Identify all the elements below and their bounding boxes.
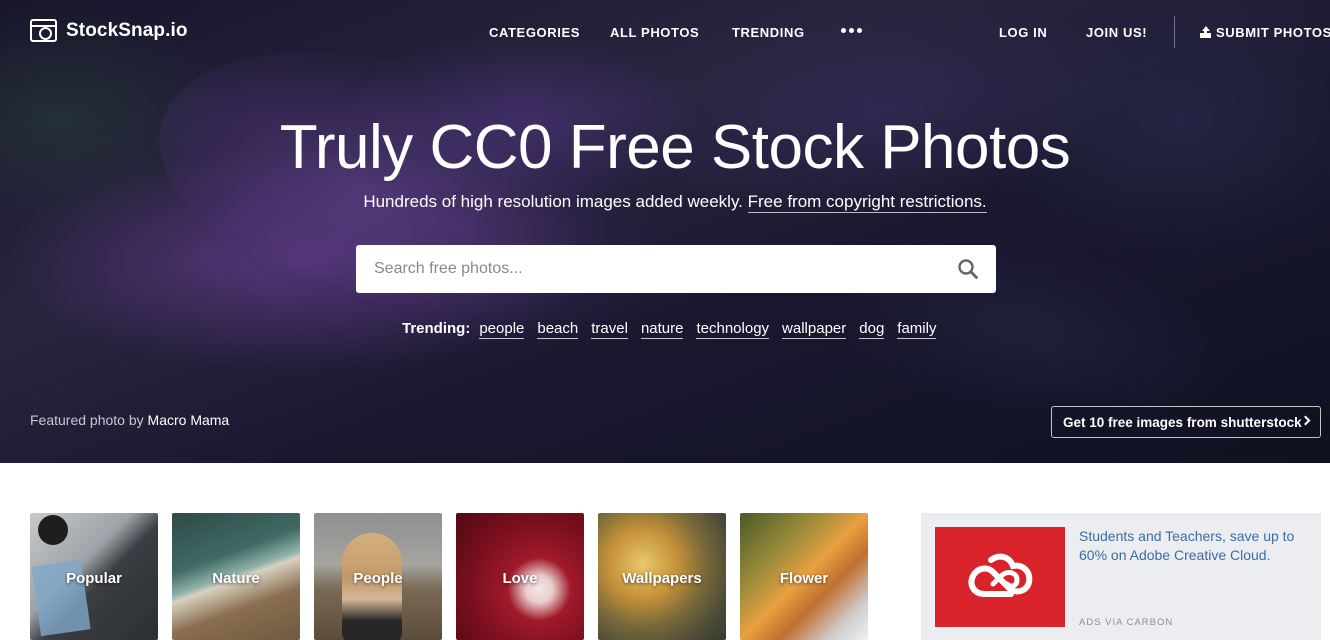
trending-tag[interactable]: travel bbox=[591, 320, 628, 339]
trending-tags: Trending: people beach travel nature tec… bbox=[402, 320, 937, 339]
category-tile-flower[interactable]: Flower bbox=[740, 513, 868, 640]
submit-photos-label: SUBMIT PHOTOS bbox=[1216, 25, 1330, 40]
nav-categories[interactable]: CATEGORIES bbox=[489, 25, 580, 40]
nav-log-in[interactable]: LOG IN bbox=[999, 25, 1047, 40]
category-tile-wallpapers[interactable]: Wallpapers bbox=[598, 513, 726, 640]
nav-all-photos[interactable]: ALL PHOTOS bbox=[610, 25, 699, 40]
category-label: Flower bbox=[779, 570, 829, 587]
upload-icon bbox=[1200, 26, 1211, 38]
more-menu-icon[interactable] bbox=[841, 23, 862, 33]
category-label: Nature bbox=[212, 570, 260, 587]
submit-photos-button[interactable]: SUBMIT PHOTOS bbox=[1200, 25, 1330, 40]
category-label: Wallpapers bbox=[622, 570, 702, 587]
featured-prefix: Featured photo by bbox=[30, 412, 144, 428]
search-input[interactable] bbox=[374, 245, 934, 293]
category-tiles: Popular Nature People Love Wallpapers Fl… bbox=[30, 513, 868, 640]
category-label: Popular bbox=[66, 570, 122, 587]
shutterstock-promo-button[interactable]: Get 10 free images from shutterstock bbox=[1051, 406, 1321, 438]
camera-icon bbox=[30, 19, 57, 42]
search-icon[interactable] bbox=[958, 259, 978, 279]
category-label: Love bbox=[502, 570, 538, 587]
trending-tag[interactable]: beach bbox=[537, 320, 579, 339]
hero-subtitle: Hundreds of high resolution images added… bbox=[0, 192, 1330, 213]
hero-title: Truly CC0 Free Stock Photos bbox=[279, 113, 1071, 182]
top-navigation: StockSnap.io CATEGORIES ALL PHOTOS TREND… bbox=[0, 0, 1330, 64]
chevron-right-icon bbox=[1300, 415, 1311, 426]
nav-trending[interactable]: TRENDING bbox=[732, 25, 805, 40]
trending-tag[interactable]: dog bbox=[859, 320, 885, 339]
trending-tag[interactable]: people bbox=[479, 320, 525, 339]
category-label: People bbox=[353, 570, 403, 587]
ads-via-carbon-link[interactable]: ADS VIA CARBON bbox=[1079, 617, 1173, 628]
category-tile-people[interactable]: People bbox=[314, 513, 442, 640]
category-tile-love[interactable]: Love bbox=[456, 513, 584, 640]
shutterstock-promo-label: Get 10 free images from shutterstock bbox=[1063, 414, 1302, 430]
featured-author-link[interactable]: Macro Mama bbox=[148, 412, 230, 428]
hero-banner: StockSnap.io CATEGORIES ALL PHOTOS TREND… bbox=[0, 0, 1330, 463]
ad-image[interactable] bbox=[935, 527, 1065, 627]
site-logo[interactable]: StockSnap.io bbox=[30, 19, 188, 42]
trending-tag[interactable]: technology bbox=[696, 320, 770, 339]
adobe-creative-cloud-icon bbox=[968, 553, 1033, 597]
nav-divider bbox=[1174, 16, 1175, 48]
trending-tag[interactable]: family bbox=[897, 320, 937, 339]
category-tile-popular[interactable]: Popular bbox=[30, 513, 158, 640]
ad-text-link[interactable]: Students and Teachers, save up to 60% on… bbox=[1079, 527, 1309, 565]
trending-tag[interactable]: nature bbox=[640, 320, 684, 339]
search-bar bbox=[356, 245, 996, 293]
logo-text: StockSnap.io bbox=[66, 19, 188, 41]
category-tile-nature[interactable]: Nature bbox=[172, 513, 300, 640]
nav-join[interactable]: JOIN US! bbox=[1086, 25, 1147, 40]
hero-subtitle-text: Hundreds of high resolution images added… bbox=[363, 192, 743, 211]
carbon-ad: Students and Teachers, save up to 60% on… bbox=[921, 513, 1321, 640]
trending-label: Trending: bbox=[402, 320, 471, 337]
trending-tag[interactable]: wallpaper bbox=[782, 320, 847, 339]
featured-photo-credit: Featured photo by Macro Mama bbox=[30, 412, 229, 428]
copyright-link[interactable]: Free from copyright restrictions. bbox=[747, 192, 987, 213]
